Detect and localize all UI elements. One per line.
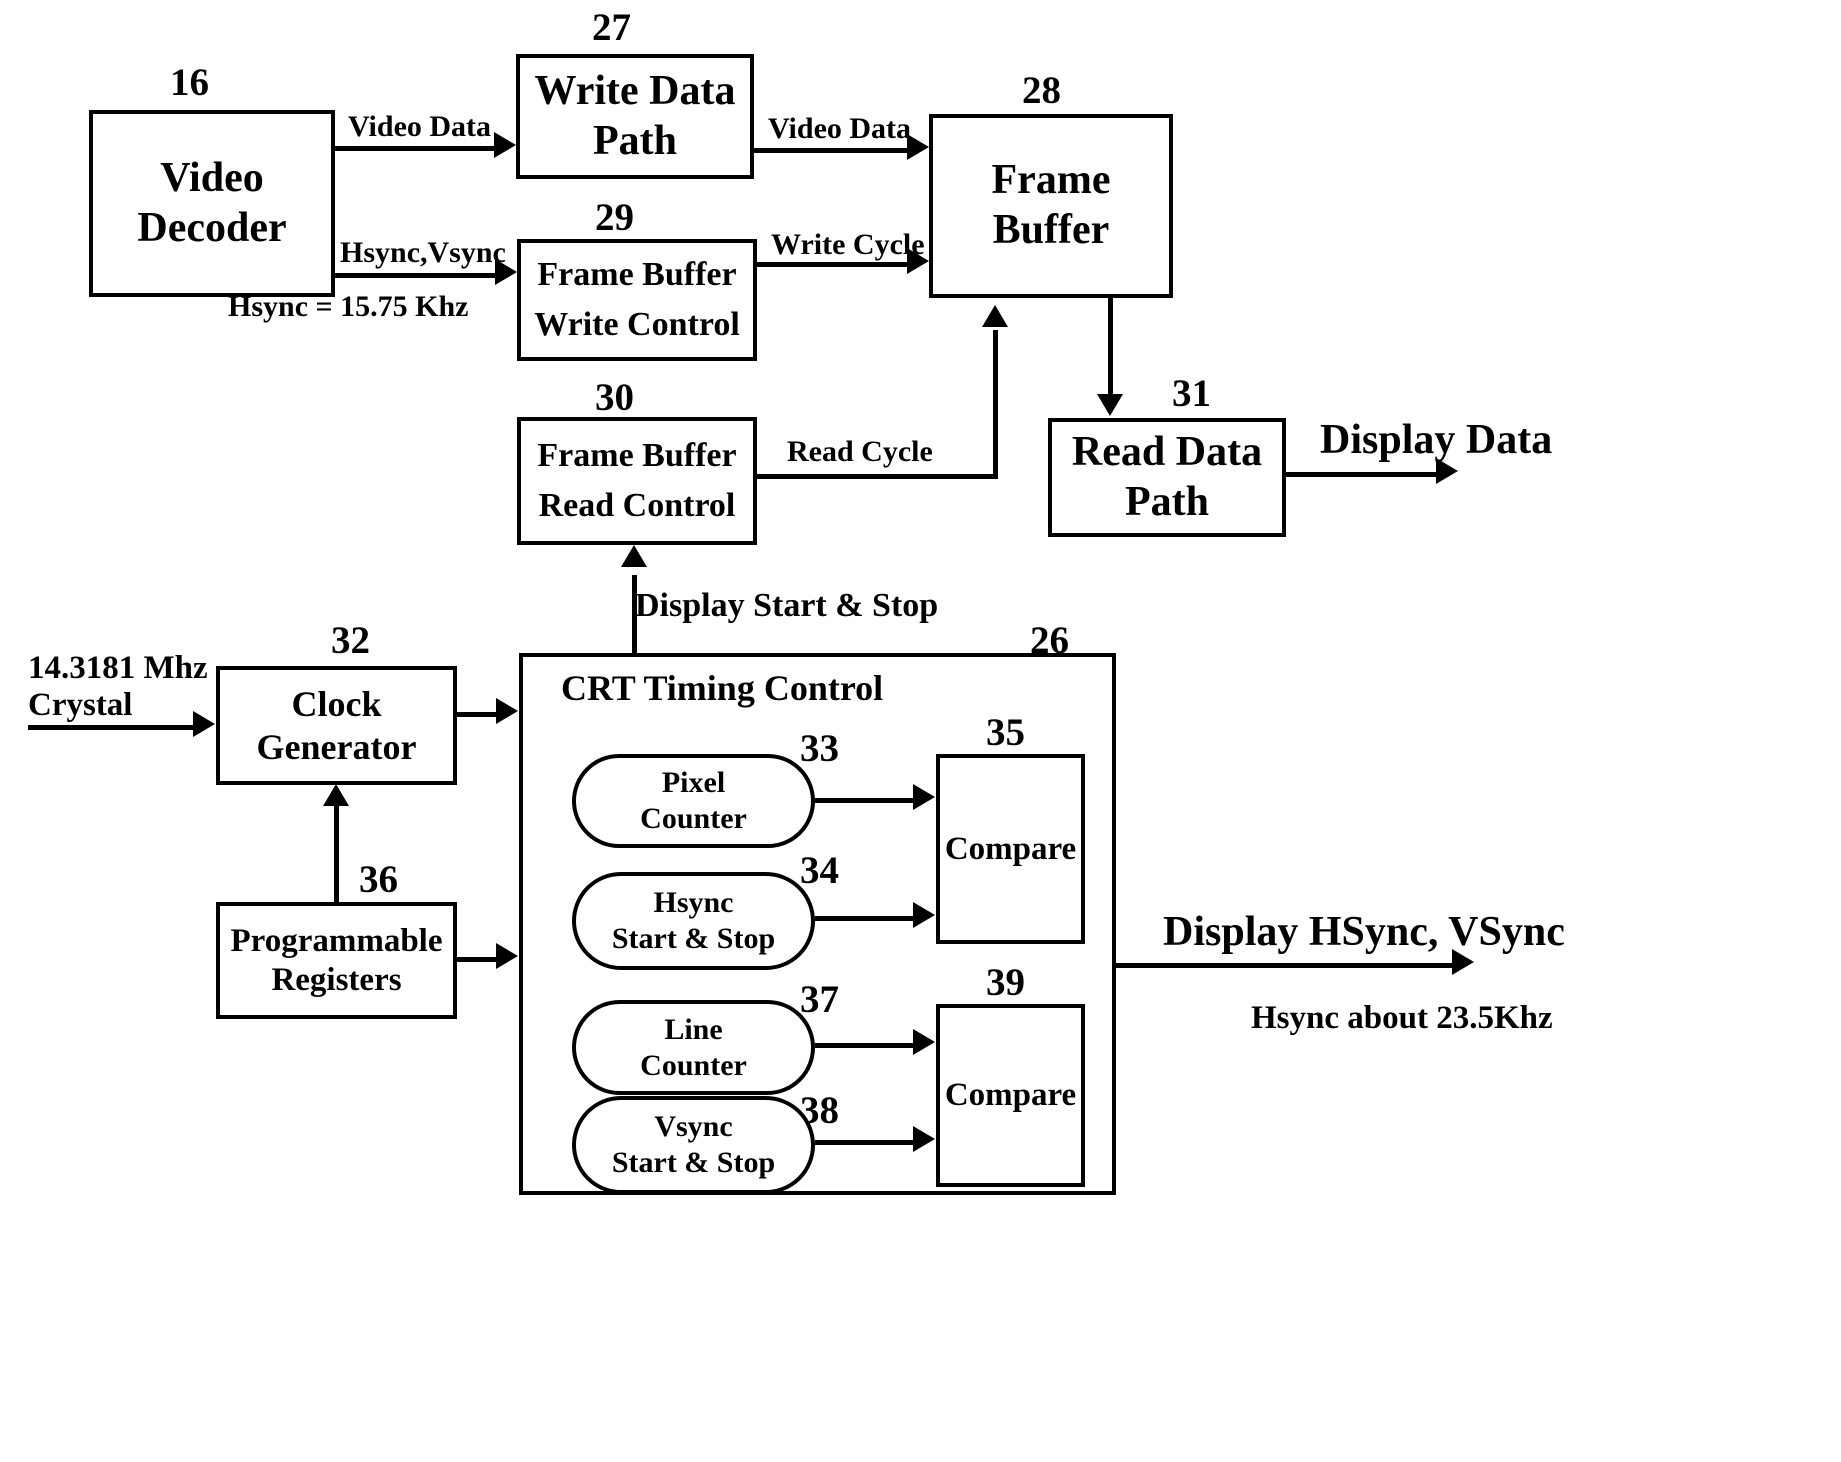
arrow-video-data-2	[907, 134, 929, 160]
label-read-cycle: Read Cycle	[787, 435, 933, 468]
pixel-counter-line1: Pixel	[661, 766, 726, 799]
block-compare-lower: Compare	[936, 1004, 1085, 1187]
block-video-decoder: Video Decoder	[89, 110, 335, 297]
fb-read-control-line2: Read Control	[538, 487, 736, 524]
crt-timing-control-title: CRT Timing Control	[561, 668, 884, 708]
label-hsync-frequency-note: Hsync = 15.75 Khz	[228, 290, 469, 323]
line-counter-line1: Line	[664, 1012, 723, 1046]
fb-read-control-line1: Frame Buffer	[537, 436, 737, 474]
block-line-counter: Line Counter	[572, 1000, 815, 1095]
label-video-data-1: Video Data	[348, 110, 492, 143]
line-video-data-2	[752, 148, 910, 153]
label-hsync-output-note: Hsync about 23.5Khz	[1251, 1000, 1553, 1036]
line-counter-line2: Counter	[640, 1048, 747, 1082]
arrow-display-data	[1436, 458, 1458, 484]
arrow-hsync-to-compare35	[913, 902, 935, 928]
arrow-hsync-vsync	[495, 259, 517, 285]
line-progreg-to-clockgen	[334, 800, 339, 904]
arrow-crystal-input	[193, 711, 215, 737]
block-clock-generator: Clock Generator	[216, 666, 457, 785]
block-hsync-start-stop: Hsync Start & Stop	[572, 872, 815, 970]
fb-write-control-line2: Write Control	[534, 306, 740, 343]
block-frame-buffer-write-control: Frame Buffer Write Control	[517, 239, 757, 361]
label-crystal-input-line2: Crystal	[28, 687, 133, 723]
vsync-start-stop-line2: Start & Stop	[611, 1146, 776, 1179]
line-display-hsync-vsync	[1116, 963, 1460, 968]
fb-write-control-line1: Frame Buffer	[537, 255, 737, 293]
line-video-data-1	[335, 146, 497, 151]
clock-generator-line2: Generator	[256, 726, 417, 767]
arrow-progreg-to-clockgen	[323, 784, 349, 806]
frame-buffer-line1: Frame	[991, 157, 1111, 204]
line-framebuffer-to-readdatapath	[1108, 296, 1113, 396]
ref-number-33: 33	[800, 727, 839, 770]
label-hsync-vsync: Hsync,Vsync	[340, 236, 506, 269]
line-display-start-stop	[632, 575, 637, 653]
line-read-cycle-v	[993, 330, 998, 476]
read-data-path-line2: Path	[1125, 478, 1209, 525]
arrow-video-data-1	[494, 132, 516, 158]
line-hsync-to-compare35	[815, 916, 917, 921]
label-display-start-stop: Display Start & Stop	[635, 587, 939, 624]
ref-number-31: 31	[1172, 372, 1211, 415]
arrow-pixelcounter-to-compare35	[913, 784, 935, 810]
ref-number-34: 34	[800, 849, 839, 892]
block-vsync-start-stop: Vsync Start & Stop	[572, 1096, 815, 1194]
ref-number-27: 27	[592, 6, 631, 49]
arrow-display-hsync-vsync	[1452, 949, 1474, 975]
block-compare-upper: Compare	[936, 754, 1085, 944]
frame-buffer-line2: Buffer	[992, 207, 1110, 253]
ref-number-28: 28	[1022, 69, 1061, 112]
ref-number-36: 36	[359, 858, 398, 901]
block-frame-buffer: Frame Buffer	[929, 114, 1173, 298]
programmable-registers-line1: Programmable	[230, 922, 443, 959]
diagram-canvas: 16 Video Decoder 27 Write Data Path Vide…	[0, 0, 1841, 1462]
line-pixelcounter-to-compare35	[815, 798, 917, 803]
ref-number-32: 32	[331, 619, 370, 662]
write-data-path-line2: Path	[593, 117, 677, 164]
compare-lower-label: Compare	[944, 1077, 1077, 1114]
pixel-counter-line2: Counter	[640, 802, 747, 835]
hsync-start-stop-line2: Start & Stop	[611, 922, 776, 955]
hsync-start-stop-line1: Hsync	[653, 886, 734, 919]
line-hsync-vsync	[335, 273, 498, 278]
compare-upper-label: Compare	[944, 830, 1077, 867]
line-vsync-to-compare39	[815, 1140, 917, 1145]
label-video-data-2: Video Data	[768, 112, 912, 145]
arrow-progreg-to-crt	[496, 943, 518, 969]
block-write-data-path: Write Data Path	[516, 54, 754, 179]
arrow-display-start-stop	[621, 545, 647, 567]
arrow-clockgen-to-crt	[496, 698, 518, 724]
label-write-cycle: Write Cycle	[771, 228, 925, 261]
arrow-read-cycle	[982, 305, 1008, 327]
line-read-cycle-h	[755, 474, 998, 479]
block-pixel-counter: Pixel Counter	[572, 754, 815, 848]
line-linecounter-to-compare39	[815, 1043, 917, 1048]
label-display-hsync-vsync: Display HSync, VSync	[1163, 909, 1565, 955]
write-data-path-line1: Write Data	[534, 67, 736, 114]
line-crystal-input	[28, 725, 196, 730]
label-crystal-input-line1: 14.3181 Mhz	[28, 650, 208, 686]
arrow-framebuffer-to-readdatapath	[1097, 394, 1123, 416]
ref-number-16: 16	[170, 61, 209, 104]
ref-number-35: 35	[986, 711, 1025, 754]
programmable-registers-line2: Registers	[271, 961, 402, 998]
ref-number-39: 39	[986, 961, 1025, 1004]
clock-generator-line1: Clock	[291, 684, 382, 725]
video-decoder-line2: Decoder	[137, 204, 287, 251]
line-display-data	[1286, 472, 1439, 477]
block-read-data-path: Read Data Path	[1048, 418, 1286, 537]
read-data-path-line1: Read Data	[1071, 428, 1263, 475]
vsync-start-stop-line1: Vsync	[654, 1110, 733, 1143]
arrow-linecounter-to-compare39	[913, 1029, 935, 1055]
ref-number-37: 37	[800, 978, 839, 1021]
arrow-vsync-to-compare39	[913, 1126, 935, 1152]
ref-number-30: 30	[595, 376, 634, 419]
arrow-write-cycle	[907, 248, 929, 274]
block-frame-buffer-read-control: Frame Buffer Read Control	[517, 417, 757, 545]
block-programmable-registers: Programmable Registers	[216, 902, 457, 1019]
video-decoder-line1: Video	[160, 154, 264, 201]
line-write-cycle	[755, 262, 910, 267]
ref-number-29: 29	[595, 196, 634, 239]
